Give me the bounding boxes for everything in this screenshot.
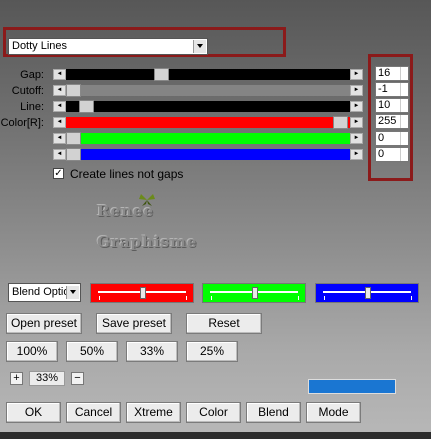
checkmark-icon: ✓ [54,168,63,179]
color-g-spin-icon[interactable] [400,132,408,145]
color-b-value-field[interactable]: 0 [375,147,409,162]
line-slider-left-arrow[interactable]: ◄ [53,101,66,112]
tick [324,296,325,300]
red-channel-slider[interactable] [90,283,194,303]
tick [99,296,100,300]
zoom-level: 33% [29,371,65,386]
cancel-button[interactable]: Cancel [66,402,121,423]
color-g-value-field[interactable]: 0 [375,131,409,146]
ok-button[interactable]: OK [6,402,61,423]
cutoff-label: Cutoff: [11,85,44,97]
gap-slider-right-arrow[interactable]: ► [350,69,363,80]
create-lines-label: Create lines not gaps [70,167,184,181]
tick [298,296,299,300]
blend-button[interactable]: Blend [246,402,301,423]
zoom-out-button[interactable]: − [71,372,84,385]
gap-slider[interactable] [66,68,350,81]
tick [411,296,412,300]
color-g-slider-right-arrow[interactable]: ► [350,133,363,144]
cutoff-slider[interactable] [66,84,350,97]
color-b-slider-right-arrow[interactable]: ► [350,149,363,160]
open-preset-button[interactable]: Open preset [6,313,82,334]
color-g-slider[interactable] [66,132,350,145]
color-button[interactable]: Color [186,402,241,423]
color-g-slider-thumb[interactable] [66,132,81,145]
line-value: 10 [378,99,391,111]
tick [211,296,212,300]
red-channel-knob[interactable] [140,287,146,299]
color-b-slider-left-arrow[interactable]: ◄ [53,149,66,160]
line-slider-right-arrow[interactable]: ► [350,101,363,112]
tick [186,296,187,300]
create-lines-checkbox[interactable]: ✓ [53,168,64,179]
gap-value-field[interactable]: 16 [375,66,409,81]
cutoff-value-field[interactable]: -1 [375,82,409,97]
bottom-edge [0,432,431,439]
green-channel-slider[interactable] [202,283,306,303]
color-r-slider-right-arrow[interactable]: ► [350,117,363,128]
blue-channel-knob[interactable] [365,287,371,299]
color-b-spin-icon[interactable] [400,148,408,161]
logo-text-renee: Renee [97,202,155,220]
cutoff-slider-right-arrow[interactable]: ► [350,85,363,96]
line-value-field[interactable]: 10 [375,98,409,113]
gap-label: Gap: [20,69,44,81]
green-channel-knob[interactable] [252,287,258,299]
effect-select-value: Dotty Lines [12,40,68,52]
zoom-in-button[interactable]: + [10,372,23,385]
blend-options-value: Blend Optio [12,286,70,298]
zoom-50-button[interactable]: 50% [66,341,118,362]
cutoff-slider-thumb[interactable] [66,84,81,97]
gap-spin-icon[interactable] [400,67,408,80]
line-slider[interactable] [66,100,350,113]
cutoff-slider-left-arrow[interactable]: ◄ [53,85,66,96]
zoom-100-button[interactable]: 100% [6,341,58,362]
color-r-label: Color[R]: [0,117,44,129]
chevron-down-icon[interactable] [66,286,79,299]
logo-text-graphisme: Graphisme [97,233,198,251]
chevron-down-icon[interactable] [193,40,206,53]
gap-value: 16 [378,67,391,79]
color-r-value-field[interactable]: 255 [375,114,409,129]
color-b-slider[interactable] [66,148,350,161]
gap-slider-left-arrow[interactable]: ◄ [53,69,66,80]
color-r-spin-icon[interactable] [400,115,408,128]
color-b-value: 0 [378,148,385,160]
zoom-33-button[interactable]: 33% [126,341,178,362]
color-g-slider-left-arrow[interactable]: ◄ [53,133,66,144]
effect-select[interactable]: Dotty Lines [8,38,208,55]
line-spin-icon[interactable] [400,99,408,112]
zoom-25-button[interactable]: 25% [186,341,238,362]
cutoff-spin-icon[interactable] [400,83,408,96]
mode-button[interactable]: Mode [306,402,361,423]
gap-slider-thumb[interactable] [154,68,169,81]
save-preset-button[interactable]: Save preset [96,313,172,334]
xtreme-button[interactable]: Xtreme [126,402,181,423]
color-preview-bar [308,379,396,394]
color-r-slider[interactable] [66,116,350,129]
blue-channel-slider[interactable] [315,283,419,303]
reset-button[interactable]: Reset [186,313,262,334]
color-r-slider-thumb[interactable] [333,116,348,129]
color-r-slider-left-arrow[interactable]: ◄ [53,117,66,128]
color-b-slider-thumb[interactable] [66,148,81,161]
color-g-value: 0 [378,132,385,144]
blend-options-select[interactable]: Blend Optio [8,283,81,302]
line-slider-thumb[interactable] [79,100,94,113]
color-r-value: 255 [378,115,397,127]
cutoff-value: -1 [378,83,388,95]
line-label: Line: [20,101,44,113]
